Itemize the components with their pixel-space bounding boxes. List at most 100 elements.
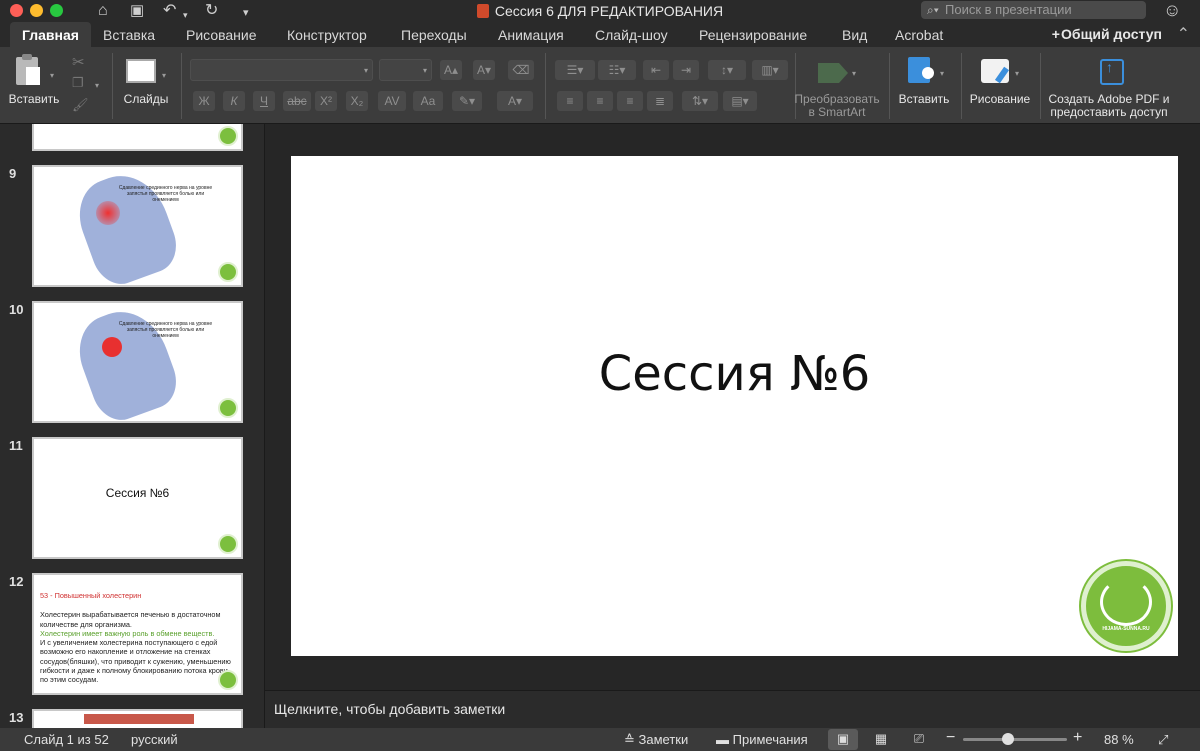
align-left-button[interactable]: ≡ — [557, 91, 583, 111]
tab-home[interactable]: Главная — [10, 22, 91, 47]
pain-spot-icon — [96, 201, 120, 225]
highlight-color-button[interactable]: ✎▾ — [452, 91, 482, 111]
numbering-button[interactable]: ☷▾ — [598, 60, 636, 80]
slide-number: 13 — [9, 710, 24, 725]
drawing-button[interactable]: ▾ Рисование — [965, 53, 1035, 113]
pain-spot-icon — [102, 337, 122, 357]
line-spacing-button[interactable]: ↕▾ — [708, 60, 746, 80]
tab-insert[interactable]: Вставка — [103, 27, 155, 43]
font-color-button[interactable]: A▾ — [497, 91, 533, 111]
notes-toggle[interactable]: ≙ Заметки — [624, 732, 688, 748]
slide-thumbnail-11[interactable]: Сессия №6 — [32, 437, 243, 559]
zoom-slider[interactable] — [963, 738, 1067, 741]
comment-icon: ▬ — [716, 732, 729, 747]
font-size-select[interactable]: ▾ — [379, 59, 432, 81]
search-icon: ⌕▾ — [927, 3, 939, 17]
justify-button[interactable]: ≣ — [647, 91, 673, 111]
notes-pane[interactable]: Щелкните, чтобы добавить заметки — [265, 690, 1200, 728]
italic-button[interactable]: К — [223, 91, 245, 111]
bold-button[interactable]: Ж — [193, 91, 215, 111]
tab-slideshow[interactable]: Слайд-шоу — [595, 27, 668, 43]
paste-page-icon — [26, 67, 40, 85]
slide-number: 11 — [9, 438, 23, 453]
change-case-button[interactable]: Aa — [413, 91, 443, 111]
zoom-slider-handle[interactable] — [1002, 733, 1014, 745]
bullets-button[interactable]: ☰▾ — [555, 60, 595, 80]
slide-thumbnails-panel[interactable]: 9 Сдавление срединного нерва на уровне з… — [0, 124, 265, 728]
notes-icon: ≙ — [624, 732, 635, 747]
language-indicator[interactable]: русский — [131, 732, 178, 747]
slides-button[interactable]: ▾ Слайды — [118, 53, 174, 113]
decrease-indent-button[interactable]: ⇤ — [643, 60, 669, 80]
superscript-button[interactable]: X² — [315, 91, 337, 111]
paste-dropdown-icon[interactable]: ▾ — [50, 71, 54, 80]
document-name: Сессия 6 ДЛЯ РЕДАКТИРОВАНИЯ — [494, 3, 724, 19]
slide-thumbnail-12[interactable]: 53 - Повышенный холестерин Холестерин вы… — [32, 573, 243, 695]
hijama-sunna-logo: HIJAMA-SUNNA.RU — [1081, 561, 1171, 651]
slide-number: 12 — [9, 574, 24, 589]
zoom-level[interactable]: 88 % — [1104, 732, 1134, 747]
underline-button[interactable]: Ч — [253, 91, 275, 111]
status-bar: Слайд 1 из 52 русский ≙ Заметки ▬ Примеч… — [0, 728, 1200, 751]
zoom-out-button[interactable]: − — [946, 729, 955, 747]
slide-thumbnail-10[interactable]: Сдавление срединного нерва на уровне зап… — [32, 299, 243, 428]
align-text-button[interactable]: ▤▾ — [723, 91, 757, 111]
tab-view[interactable]: Вид — [842, 27, 867, 43]
slide-thumbnail-8[interactable] — [32, 124, 243, 151]
format-painter-icon[interactable]: 🖌 — [72, 97, 89, 113]
slide-title[interactable]: Сессия №6 — [291, 346, 1178, 402]
slide-image-strip — [84, 714, 194, 724]
decrease-font-size-button[interactable]: A▾ — [473, 60, 495, 80]
tab-draw[interactable]: Рисование — [186, 27, 257, 43]
clear-formatting-button[interactable]: ⌫ — [508, 60, 534, 80]
text-direction-button[interactable]: ⇅▾ — [682, 91, 718, 111]
columns-button[interactable]: ▥▾ — [752, 60, 788, 80]
tab-acrobat[interactable]: Acrobat — [895, 27, 943, 43]
increase-font-size-button[interactable]: A▴ — [440, 60, 462, 80]
feedback-smiley-icon[interactable]: ☺︎ — [1163, 0, 1181, 21]
fit-to-window-icon[interactable]: ⤢ — [1158, 732, 1168, 748]
slide-number: 9 — [9, 166, 17, 181]
strikethrough-button[interactable]: abc — [283, 91, 311, 111]
comments-toggle[interactable]: ▬ Примечания — [716, 732, 808, 747]
collapse-ribbon-icon[interactable]: ⌃ — [1177, 24, 1190, 44]
adobe-label: Создать Adobe PDF и предоставить доступ — [1048, 92, 1170, 119]
logo-icon — [218, 534, 238, 554]
share-button[interactable]: + Общий доступ — [1052, 26, 1162, 42]
slides-dropdown-icon[interactable]: ▾ — [162, 71, 166, 80]
tab-transitions[interactable]: Переходы — [401, 27, 467, 43]
tab-review[interactable]: Рецензирование — [699, 27, 807, 43]
tab-design[interactable]: Конструктор — [287, 27, 367, 43]
ribbon: ▾ Вставить ✂ ❐ ▾ 🖌 ▾ Слайды ▾ ▾ A▴ A▾ ⌫ … — [0, 47, 1200, 124]
search-placeholder: Поиск в презентации — [945, 2, 1072, 17]
insert-shapes-button[interactable]: ▾ Вставить — [894, 53, 954, 113]
slide-number: 10 — [9, 302, 24, 317]
align-right-button[interactable]: ≡ — [617, 91, 643, 111]
ribbon-separator — [112, 53, 113, 119]
normal-view-button[interactable]: ▣ — [828, 729, 858, 750]
zoom-in-button[interactable]: + — [1073, 729, 1082, 747]
cut-icon[interactable]: ✂ — [72, 53, 85, 71]
logo-calligraphy-icon — [1100, 578, 1152, 626]
drawing-dropdown-icon[interactable]: ▾ — [1015, 69, 1019, 78]
paste-button[interactable]: ▾ Вставить — [6, 53, 62, 113]
slide-thumbnail-13[interactable] — [32, 709, 243, 728]
slide-sorter-button[interactable]: ▦ — [866, 729, 896, 750]
slideshow-view-button[interactable]: ⎚ — [904, 729, 934, 750]
search-input[interactable]: ⌕▾ Поиск в презентации — [921, 1, 1146, 19]
copy-icon[interactable]: ❐ — [72, 75, 84, 91]
copy-dropdown-icon[interactable]: ▾ — [95, 81, 99, 90]
tab-animations[interactable]: Анимация — [498, 27, 564, 43]
subscript-button[interactable]: X₂ — [346, 91, 368, 111]
slide-editor[interactable]: Сессия №6 HIJAMA-SUNNA.RU — [265, 124, 1200, 690]
current-slide[interactable]: Сессия №6 HIJAMA-SUNNA.RU — [291, 156, 1178, 656]
insert-dropdown-icon[interactable]: ▾ — [940, 69, 944, 78]
slide-thumbnail-9[interactable]: Сдавление срединного нерва на уровне зап… — [32, 163, 243, 292]
logo-icon — [218, 126, 238, 146]
character-spacing-button[interactable]: AV — [378, 91, 406, 111]
align-center-button[interactable]: ≡ — [587, 91, 613, 111]
notes-placeholder[interactable]: Щелкните, чтобы добавить заметки — [274, 701, 505, 717]
font-family-select[interactable]: ▾ — [190, 59, 373, 81]
create-adobe-pdf-button[interactable]: ↑ Создать Adobe PDF и предоставить досту… — [1046, 53, 1172, 119]
increase-indent-button[interactable]: ⇥ — [673, 60, 699, 80]
